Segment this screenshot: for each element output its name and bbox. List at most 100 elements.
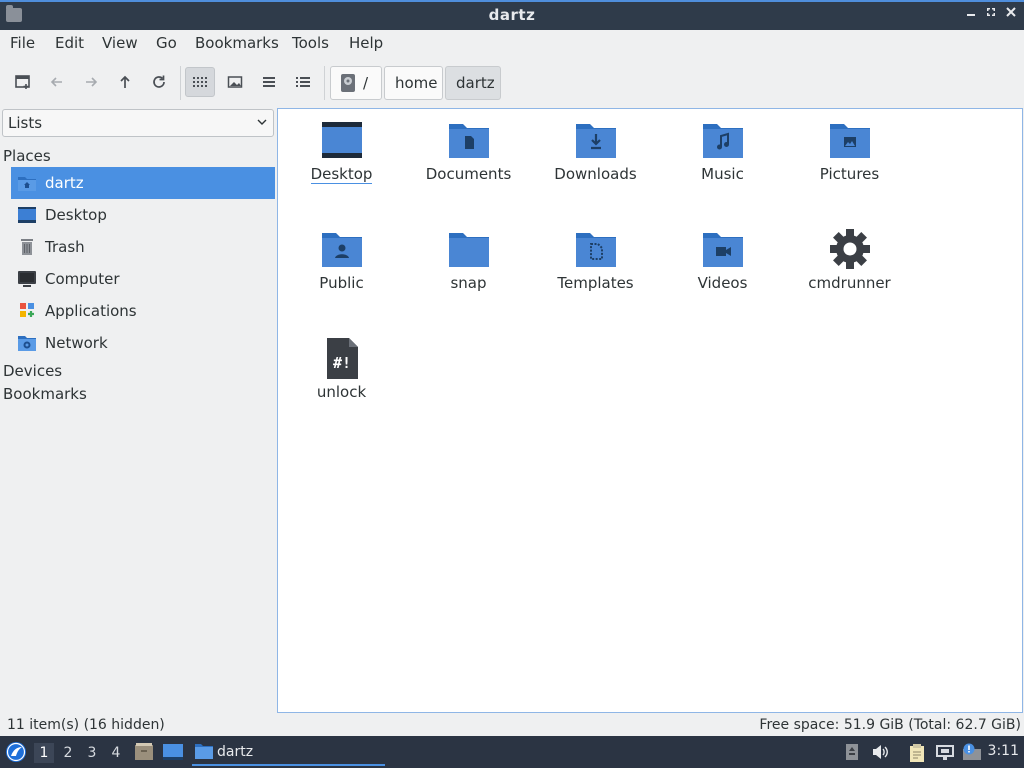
new-tab-button[interactable]: [8, 67, 38, 97]
videos-folder-icon: [703, 233, 743, 267]
close-icon[interactable]: [1002, 6, 1020, 24]
sidebar-item-label: Network: [45, 334, 108, 352]
file-item-snap[interactable]: snap: [405, 221, 532, 321]
show-desktop-button[interactable]: [162, 742, 184, 762]
file-item-documents[interactable]: Documents: [405, 112, 532, 212]
file-item-desktop[interactable]: Desktop: [278, 112, 405, 212]
menu-tools[interactable]: Tools: [292, 34, 329, 52]
workspace-4[interactable]: 4: [106, 743, 126, 763]
file-manager-launcher[interactable]: [134, 742, 154, 762]
compact-view-button[interactable]: [254, 67, 284, 97]
menu-file[interactable]: File: [10, 34, 35, 52]
breadcrumb-label: home: [395, 74, 438, 92]
workspace-1[interactable]: 1: [34, 743, 54, 763]
breadcrumb-dartz[interactable]: dartz: [445, 66, 501, 100]
templates-folder-icon: [576, 233, 616, 267]
breadcrumb-label: /: [363, 74, 369, 92]
applications-icon: [20, 303, 34, 317]
public-folder-icon: [322, 233, 362, 267]
back-icon: [50, 77, 62, 87]
sidebar: Lists Places dartz Desktop Trash Compute…: [0, 106, 276, 714]
clock[interactable]: 3:11: [988, 743, 1019, 759]
desktop-icon: [163, 744, 183, 760]
file-item-cmdrunner[interactable]: cmdrunner: [786, 221, 913, 321]
file-item-label: snap: [450, 274, 487, 292]
taskbar: 1 2 3 4 dartz 3:11: [0, 736, 1024, 768]
workspace-3[interactable]: 3: [82, 743, 102, 763]
menu-view[interactable]: View: [102, 34, 138, 52]
network-icon: [18, 336, 36, 351]
forward-icon: [86, 77, 98, 87]
volume-icon[interactable]: [871, 743, 889, 761]
title-bar: dartz: [0, 0, 1024, 30]
file-item-label: Downloads: [554, 165, 637, 183]
file-item-unlock[interactable]: #! unlock: [278, 330, 405, 430]
file-item-pictures[interactable]: Pictures: [786, 112, 913, 212]
file-item-label: unlock: [316, 383, 367, 401]
gear-icon: [830, 229, 870, 269]
file-item-templates[interactable]: Templates: [532, 221, 659, 321]
pictures-folder-icon: [830, 124, 870, 158]
menu-edit[interactable]: Edit: [55, 34, 84, 52]
reload-button[interactable]: [144, 67, 174, 97]
forward-button[interactable]: [76, 67, 106, 97]
trash-icon: [21, 239, 33, 255]
home-folder-icon: [18, 177, 36, 191]
breadcrumb-root[interactable]: /: [330, 66, 382, 100]
file-manager-icon: [135, 743, 153, 760]
minimize-icon[interactable]: [962, 6, 980, 24]
icon-view-button[interactable]: [185, 67, 215, 97]
network-wired-icon[interactable]: [935, 743, 954, 761]
window-title: dartz: [488, 6, 536, 24]
file-item-downloads[interactable]: Downloads: [532, 112, 659, 212]
update-notifier-icon[interactable]: [962, 743, 981, 761]
up-button[interactable]: [110, 67, 140, 97]
sidebar-item-dartz[interactable]: dartz: [11, 167, 275, 199]
sidebar-item-label: Applications: [45, 302, 137, 320]
sidebar-item-applications[interactable]: Applications: [11, 295, 275, 327]
thumbnail-view-icon: [227, 76, 243, 88]
side-pane-mode-value: Lists: [8, 114, 43, 132]
breadcrumb-home[interactable]: home: [384, 66, 443, 100]
sidebar-item-label: Trash: [45, 238, 85, 256]
taskbar-window-dartz[interactable]: dartz: [192, 739, 385, 766]
file-item-public[interactable]: Public: [278, 221, 405, 321]
side-pane-mode-select[interactable]: Lists: [2, 109, 274, 137]
file-item-label: Public: [319, 274, 364, 292]
workspace-2[interactable]: 2: [58, 743, 78, 763]
detailed-list-view-icon: [296, 77, 310, 87]
file-item-label: Templates: [557, 274, 634, 292]
file-item-videos[interactable]: Videos: [659, 221, 786, 321]
file-item-label: Documents: [425, 165, 512, 183]
folder-icon: [195, 744, 213, 759]
new-tab-icon: [15, 75, 30, 89]
sidebar-item-label: dartz: [45, 174, 84, 192]
bookmarks-header[interactable]: Bookmarks: [3, 385, 87, 403]
toolbar: / home dartz: [0, 60, 1024, 104]
file-icon-view[interactable]: Desktop Documents Downloads Music Pictur…: [277, 108, 1023, 713]
clipboard-icon[interactable]: [908, 743, 926, 762]
sidebar-item-computer[interactable]: Computer: [11, 263, 275, 295]
sidebar-item-network[interactable]: Network: [11, 327, 275, 359]
menu-help[interactable]: Help: [349, 34, 383, 52]
removable-media-icon[interactable]: [843, 743, 861, 761]
taskbar-window-label: dartz: [217, 744, 254, 760]
detailed-list-view-button[interactable]: [288, 67, 318, 97]
file-item-label: Pictures: [819, 165, 880, 183]
file-item-label: cmdrunner: [808, 274, 891, 292]
file-item-music[interactable]: Music: [659, 112, 786, 212]
menu-bar: File Edit View Go Bookmarks Tools Help: [0, 30, 1024, 56]
sidebar-item-desktop[interactable]: Desktop: [11, 199, 275, 231]
sidebar-item-trash[interactable]: Trash: [11, 231, 275, 263]
places-header[interactable]: Places: [3, 147, 51, 165]
back-button[interactable]: [42, 67, 72, 97]
folder-icon: [449, 233, 489, 267]
maximize-icon[interactable]: [982, 6, 1000, 24]
start-menu-button[interactable]: [5, 741, 27, 763]
menu-bookmarks[interactable]: Bookmarks: [195, 34, 279, 52]
devices-header[interactable]: Devices: [3, 362, 62, 380]
menu-go[interactable]: Go: [156, 34, 177, 52]
free-space: Free space: 51.9 GiB (Total: 62.7 GiB): [759, 717, 1021, 733]
toolbar-separator: [180, 66, 181, 100]
thumbnail-view-button[interactable]: [220, 67, 250, 97]
